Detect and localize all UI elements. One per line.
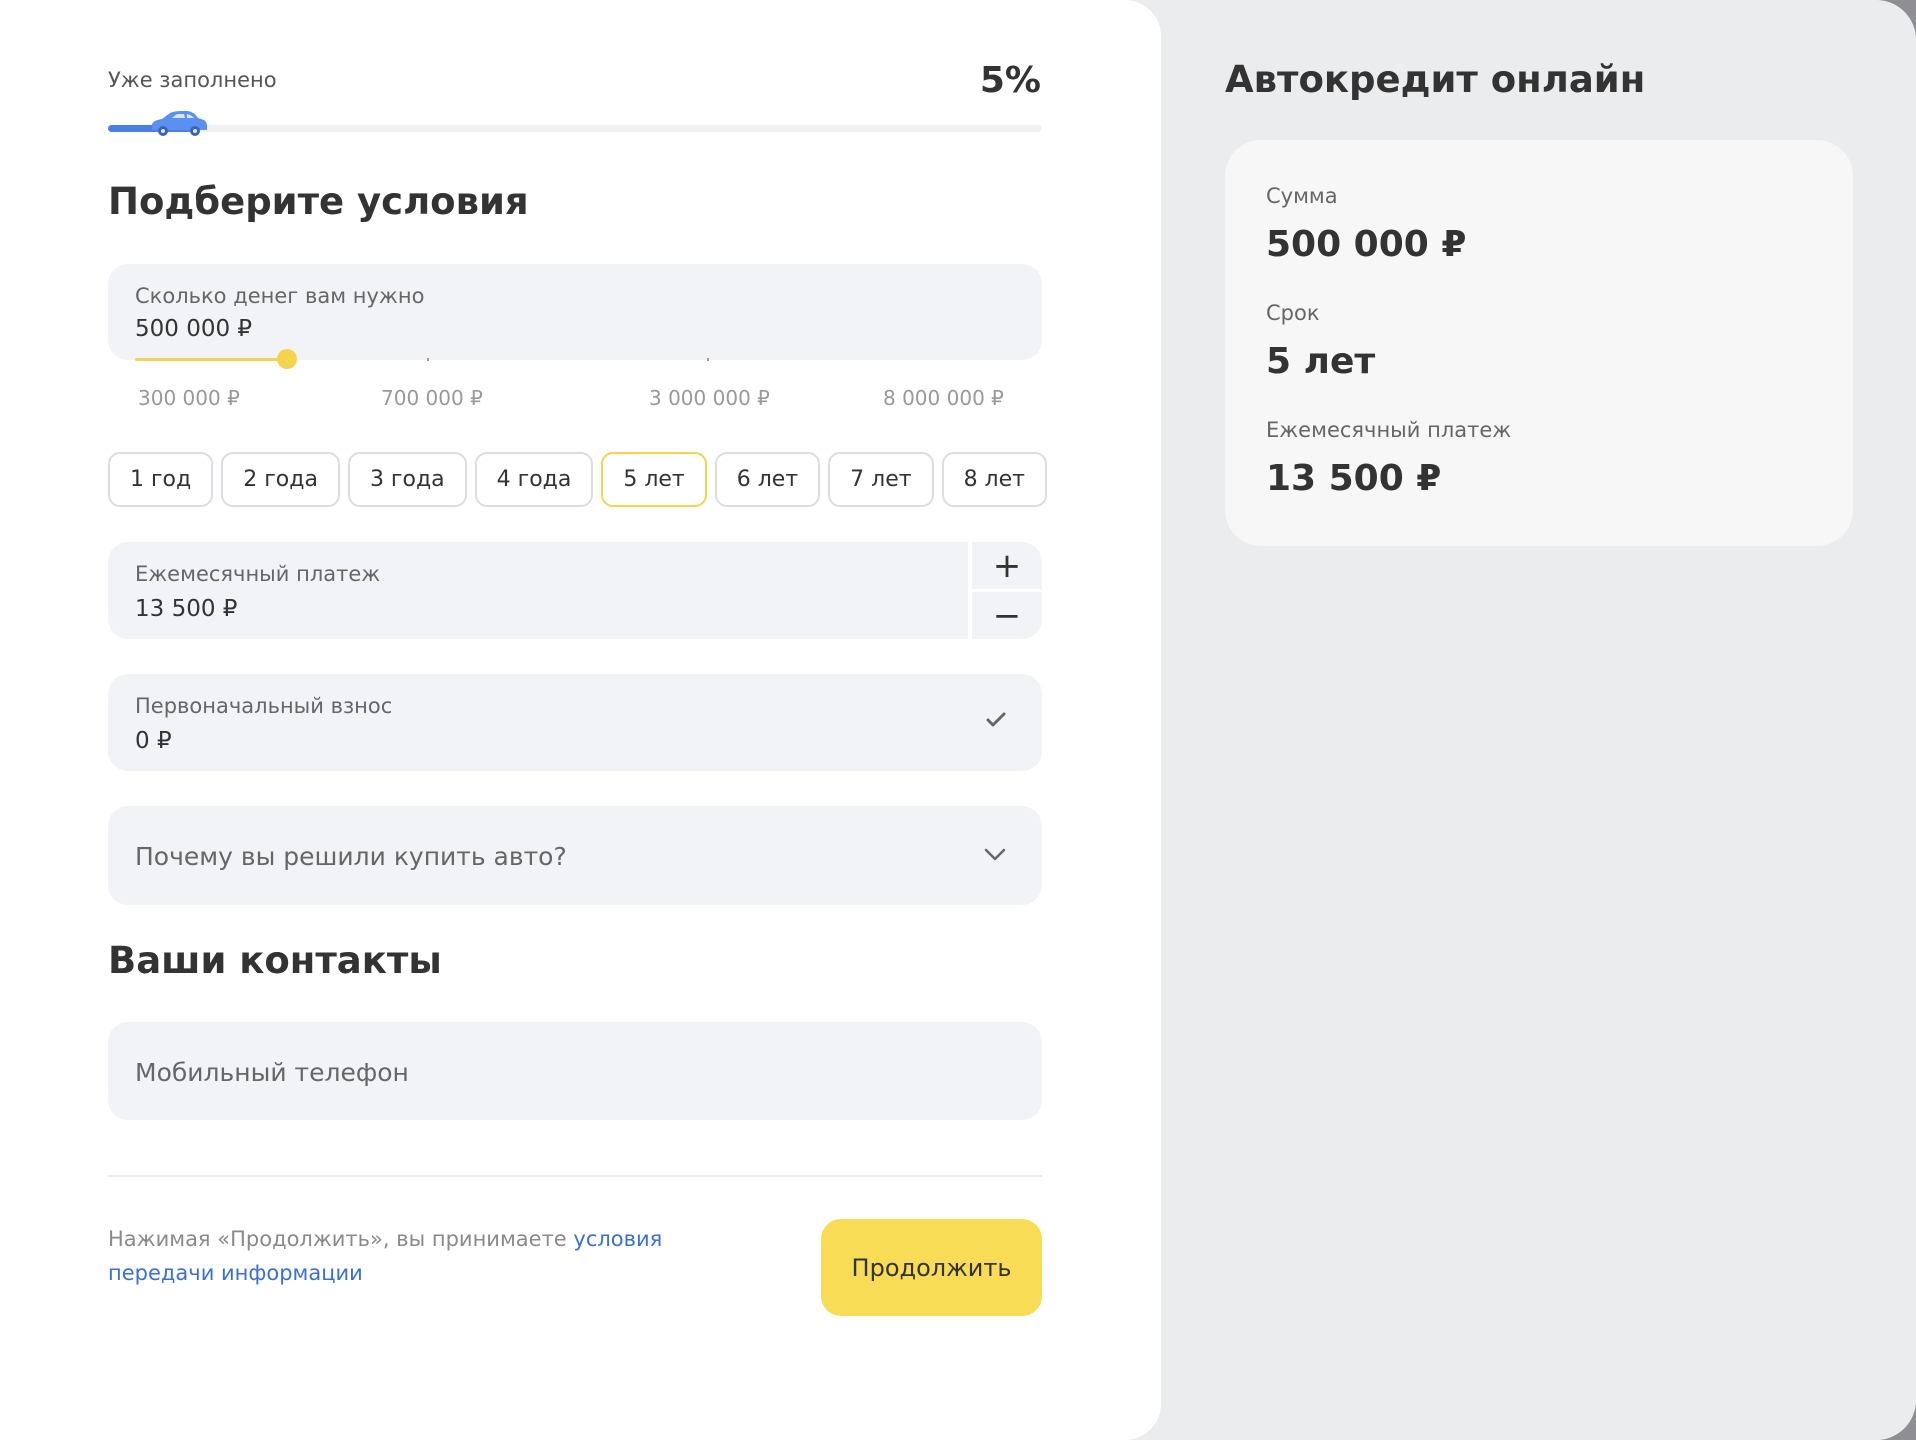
conditions-title: Подберите условия <box>108 180 529 223</box>
continue-button[interactable]: Продолжить <box>821 1219 1042 1316</box>
phone-field[interactable] <box>108 1022 1042 1120</box>
term-chip-5[interactable]: 5 лет <box>601 452 707 507</box>
summary-title: Автокредит онлайн <box>1225 58 1646 101</box>
term-chip-8[interactable]: 8 лет <box>941 452 1047 507</box>
phone-input[interactable] <box>135 1052 995 1092</box>
amount-slider[interactable] <box>135 349 1015 369</box>
summary-panel: Автокредит онлайн Сумма 500 000 ₽ Срок 5… <box>1161 0 1916 1440</box>
monthly-payment-field[interactable]: Ежемесячный платеж 13 500 ₽ <box>108 542 968 639</box>
monthly-payment-value[interactable]: 13 500 ₽ <box>135 596 237 622</box>
scale-label-min[interactable]: 300 000 ₽ <box>138 386 240 410</box>
summary-sum-value: 500 000 ₽ <box>1266 224 1467 265</box>
summary-card: Сумма 500 000 ₽ Срок 5 лет Ежемесячный п… <box>1225 140 1853 546</box>
summary-term-value: 5 лет <box>1266 341 1376 382</box>
summary-payment-value: 13 500 ₽ <box>1266 458 1442 499</box>
progress-label: Уже заполнено <box>108 68 277 92</box>
purchase-reason-select[interactable]: Почему вы решили купить авто? <box>108 806 1042 905</box>
progress-percent: 5% <box>979 60 1041 101</box>
scale-label-2[interactable]: 700 000 ₽ <box>381 386 483 410</box>
consent-text: Нажимая «Продолжить», вы принимаете усло… <box>108 1222 668 1290</box>
divider <box>108 1175 1042 1177</box>
check-icon <box>986 712 1006 727</box>
down-payment-label: Первоначальный взнос <box>135 694 393 718</box>
progress-bar <box>108 111 1042 136</box>
decrease-payment-button[interactable]: − <box>972 592 1042 639</box>
term-chip-2[interactable]: 2 года <box>221 452 340 507</box>
term-chip-6[interactable]: 6 лет <box>714 452 821 507</box>
purchase-reason-value: Почему вы решили купить авто? <box>135 842 567 871</box>
form-panel: Уже заполнено 5% Подберите условия Сколь… <box>0 0 1161 1440</box>
term-chip-3[interactable]: 3 года <box>347 452 467 507</box>
term-chip-1[interactable]: 1 год <box>108 452 214 507</box>
amount-value[interactable]: 500 000 ₽ <box>135 316 252 342</box>
scale-label-3[interactable]: 3 000 000 ₽ <box>649 386 770 410</box>
amount-field[interactable]: Сколько денег вам нужно 500 000 ₽ <box>108 264 1042 360</box>
term-selector: 1 год 2 года 3 года 4 года 5 лет 6 лет 7… <box>108 452 1047 507</box>
amount-label: Сколько денег вам нужно <box>135 284 425 308</box>
down-payment-field[interactable]: Первоначальный взнос 0 ₽ <box>108 674 1042 771</box>
slider-tick <box>427 358 429 361</box>
app-frame: Уже заполнено 5% Подберите условия Сколь… <box>0 0 1916 1440</box>
summary-sum-label: Сумма <box>1266 184 1338 208</box>
summary-term-label: Срок <box>1266 301 1320 325</box>
summary-payment-label: Ежемесячный платеж <box>1266 418 1512 442</box>
consent-message: Нажимая «Продолжить», вы принимаете <box>108 1227 574 1251</box>
scale-label-max[interactable]: 8 000 000 ₽ <box>883 386 1004 410</box>
chevron-down-icon[interactable] <box>984 848 1006 862</box>
amount-slider-thumb[interactable] <box>277 349 297 369</box>
term-chip-7[interactable]: 7 лет <box>828 452 934 507</box>
monthly-payment-label: Ежемесячный платеж <box>135 562 381 586</box>
contacts-title: Ваши контакты <box>108 939 442 982</box>
term-chip-4[interactable]: 4 года <box>474 452 594 507</box>
car-icon <box>152 111 207 136</box>
amount-slider-fill <box>135 358 287 361</box>
increase-payment-button[interactable]: + <box>972 542 1042 589</box>
down-payment-value[interactable]: 0 ₽ <box>135 728 172 754</box>
slider-tick <box>707 358 709 361</box>
